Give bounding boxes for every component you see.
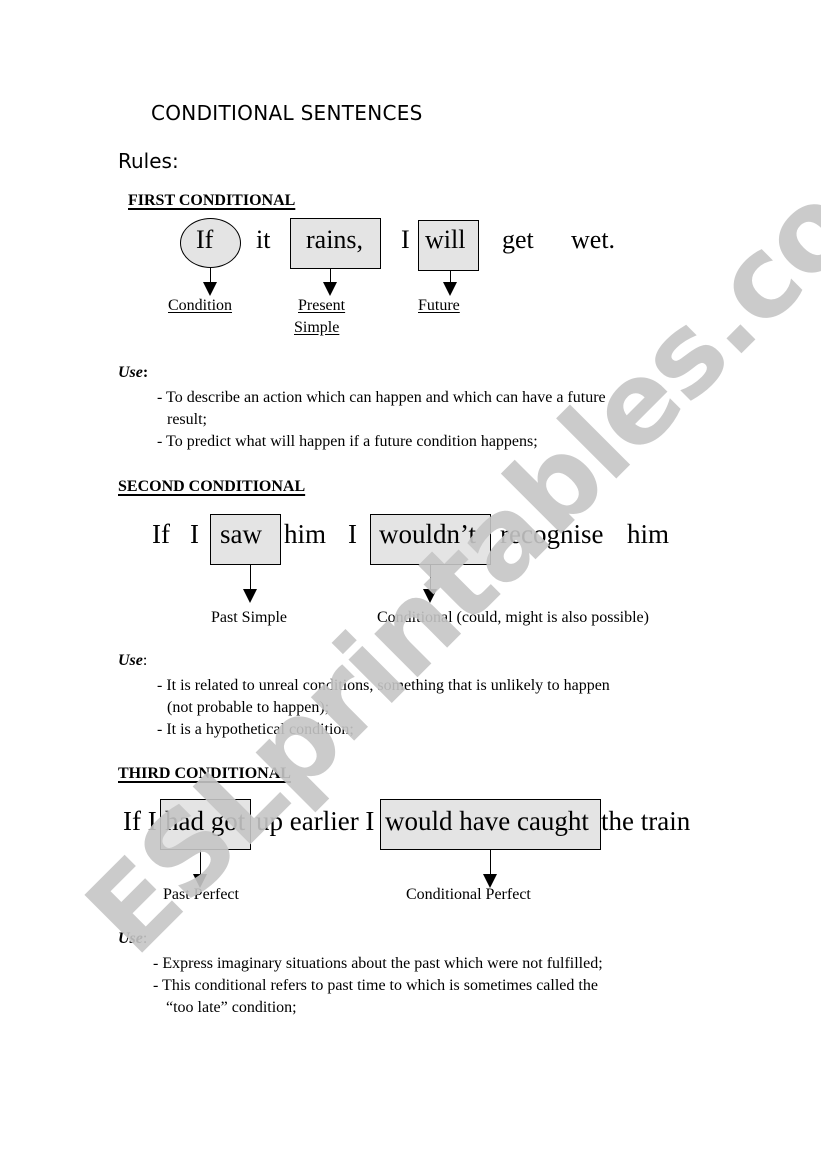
third-conditional-heading: THIRD CONDITIONAL	[118, 765, 291, 782]
word-saw: saw	[220, 519, 262, 549]
arrow-conditional-perfect-line	[490, 850, 491, 876]
word-recognise: recognise	[500, 519, 604, 549]
second-use-label: Use:	[118, 652, 147, 670]
word-rains: rains,	[306, 225, 364, 254]
label-future: Future	[418, 297, 460, 314]
use-label-text: Use	[118, 364, 143, 381]
word-i: I	[190, 519, 199, 549]
word-if: If	[152, 519, 170, 549]
first-use-2: - To predict what will happen if a futur…	[157, 433, 538, 450]
label-simple: Simple	[294, 319, 340, 336]
third-use-label: Use:	[118, 930, 147, 948]
word-had-got: had got	[165, 806, 246, 836]
arrow-past-perfect-line	[200, 850, 201, 876]
word-up-earlier-i: up earlier I	[256, 806, 375, 836]
word-him: him	[627, 519, 670, 549]
word-get: get	[502, 225, 534, 254]
rules-label: Rules:	[118, 149, 179, 173]
arrow-past-simple-line	[250, 565, 251, 591]
word-would-have-caught: would have caught	[385, 806, 589, 836]
arrow-conditional-line	[430, 565, 431, 591]
arrow-down-icon	[203, 282, 217, 296]
use-label-colon: :	[142, 930, 148, 947]
word-if-i: If I	[123, 806, 157, 836]
second-use-1-cont: (not probable to happen);	[167, 699, 330, 716]
worksheet-page: CONDITIONAL SENTENCES Rules: FIRST CONDI…	[0, 0, 821, 1169]
second-conditional-heading: SECOND CONDITIONAL	[118, 478, 306, 495]
word-i: I	[401, 225, 410, 254]
label-conditional: Conditional (could, might is also possib…	[377, 609, 649, 626]
first-use-label: Use:	[118, 364, 148, 382]
page-title: CONDITIONAL SENTENCES	[151, 101, 423, 125]
third-use-1: - Express imaginary situations about the…	[153, 955, 603, 972]
word-wet: wet.	[571, 225, 616, 254]
first-conditional-heading: FIRST CONDITIONAL	[128, 192, 296, 209]
word-it: it	[256, 225, 271, 254]
word-the-train: the train	[601, 806, 691, 836]
use-label-colon: :	[142, 364, 149, 381]
second-use-1: - It is related to unreal conditions, so…	[157, 677, 610, 694]
use-label-text: Use	[118, 930, 143, 947]
label-past-simple: Past Simple	[211, 609, 288, 626]
word-i: I	[348, 519, 357, 549]
word-will: will	[425, 225, 466, 254]
use-label-colon: :	[142, 652, 148, 669]
third-use-2-cont: “too late” condition;	[166, 999, 297, 1016]
word-him: him	[284, 519, 327, 549]
label-conditional-perfect: Conditional Perfect	[406, 886, 531, 903]
arrow-down-icon	[243, 589, 257, 603]
use-label-text: Use	[118, 652, 143, 669]
word-if: If	[196, 225, 214, 254]
second-use-2: - It is a hypothetical condition;	[157, 721, 354, 738]
label-condition: Condition	[168, 297, 233, 314]
first-use-1: - To describe an action which can happen…	[157, 389, 606, 406]
third-use-2: - This conditional refers to past time t…	[153, 977, 598, 994]
first-use-1-cont: result;	[167, 411, 207, 428]
arrow-down-icon	[443, 282, 457, 296]
arrow-down-icon	[323, 282, 337, 296]
label-past-perfect: Past Perfect	[163, 886, 239, 903]
word-wouldnt: wouldn’t	[379, 519, 477, 549]
arrow-down-icon	[423, 589, 437, 603]
label-present: Present	[298, 297, 346, 314]
